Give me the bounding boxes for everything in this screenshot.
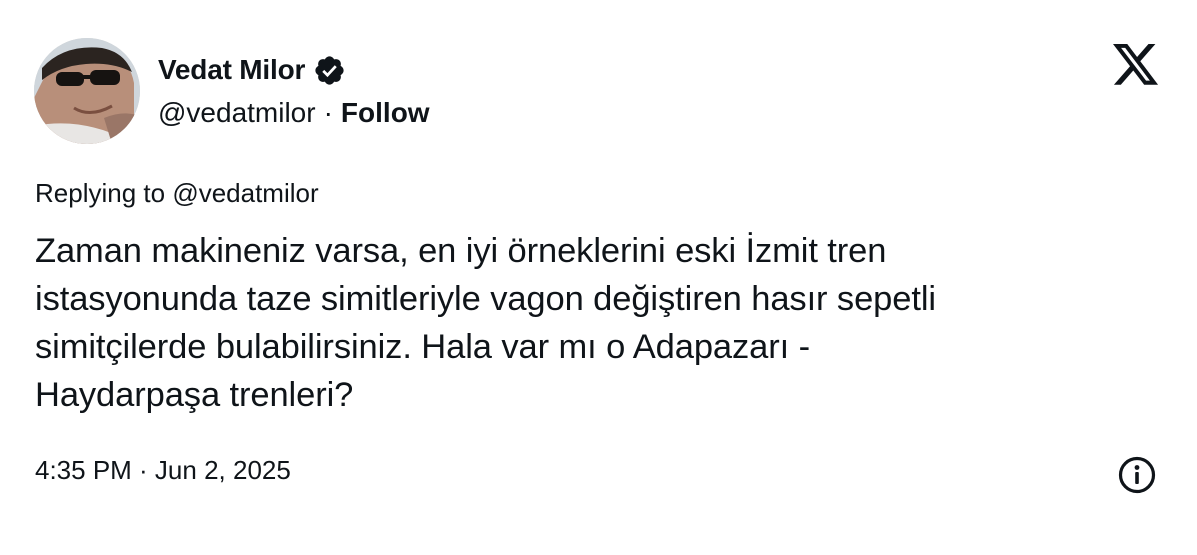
- avatar[interactable]: [34, 38, 140, 144]
- info-icon[interactable]: [1117, 455, 1157, 495]
- replying-prefix: Replying to: [35, 178, 166, 208]
- replying-mention[interactable]: @vedatmilor: [172, 178, 318, 208]
- tweet-timestamp[interactable]: 4:35 PM · Jun 2, 2025: [35, 455, 291, 486]
- replying-to: Replying to @vedatmilor: [35, 178, 319, 209]
- author-name[interactable]: Vedat Milor: [158, 54, 305, 86]
- handle-row: @vedatmilor · Follow: [158, 93, 430, 133]
- author-handle[interactable]: @vedatmilor: [158, 97, 316, 129]
- tweet-text: Zaman makineniz varsa, en iyi örneklerin…: [35, 232, 936, 414]
- follow-button[interactable]: Follow: [341, 97, 430, 129]
- x-logo-icon[interactable]: [1112, 42, 1160, 88]
- avatar-image: [34, 38, 140, 144]
- author-name-row: Vedat Milor: [158, 50, 346, 90]
- verified-badge-icon: [313, 54, 346, 87]
- separator-dot: ·: [323, 97, 333, 128]
